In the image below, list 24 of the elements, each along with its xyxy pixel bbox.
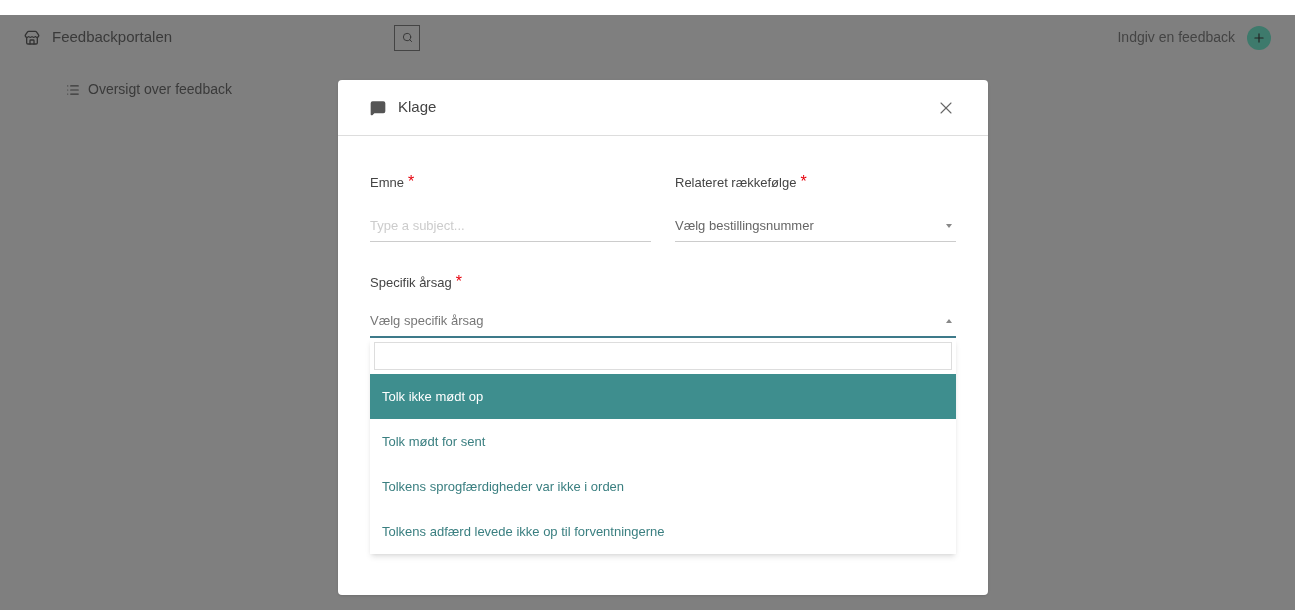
field-label: Specifik årsag	[370, 274, 452, 292]
field-label: Emne	[370, 174, 404, 192]
caret-icon	[946, 319, 952, 323]
add-feedback-button[interactable]: Indgiv en feedback	[1117, 27, 1235, 48]
chat-icon	[370, 99, 386, 116]
store-icon	[24, 29, 40, 46]
dropdown-option[interactable]: Tolk mødt for sent	[370, 419, 956, 464]
dropdown-option[interactable]: Tolkens adfærd levede ikke op til forventningerne	[370, 509, 956, 554]
caret-icon	[946, 223, 952, 228]
search-button[interactable]	[394, 24, 420, 51]
search-icon	[401, 32, 413, 43]
dropdown-option[interactable]: Tolkens sprogfærdigheder var ikke i orden	[370, 464, 956, 509]
sidebar-item[interactable]: Oversigt over feedback	[66, 79, 232, 100]
dropdown-option[interactable]: Tolk ikke mødt op	[370, 374, 956, 419]
brand-name: Feedbackportalen	[52, 27, 174, 48]
dialog-title: Klage	[398, 97, 438, 118]
required-mark: *	[455, 272, 462, 292]
search-field[interactable]	[374, 342, 952, 370]
required-mark: *	[800, 172, 807, 192]
field-label: Relateret rækkefølge	[675, 174, 797, 192]
plus-icon[interactable]	[1247, 25, 1271, 50]
select-field[interactable]: Vælg bestillingsnummer	[675, 210, 956, 242]
required-mark: *	[407, 172, 415, 192]
list-icon	[66, 82, 80, 97]
